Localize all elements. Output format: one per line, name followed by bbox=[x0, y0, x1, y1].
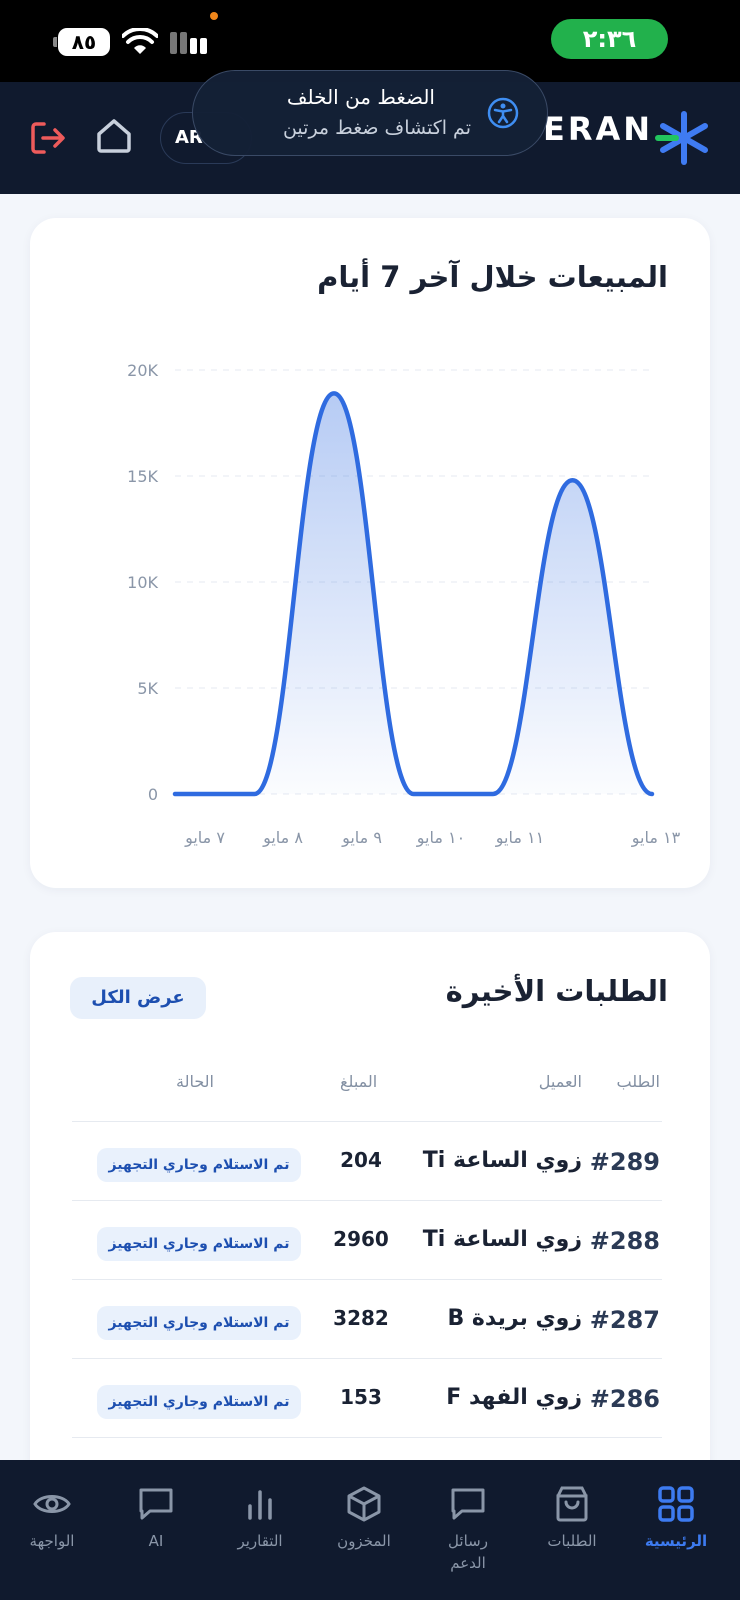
nav-item-inventory[interactable]: المخزون bbox=[312, 1460, 416, 1600]
bar-chart-icon bbox=[248, 1490, 272, 1520]
nav-label: رسائل الدعم bbox=[448, 1532, 488, 1572]
nav-item-ai[interactable]: AI bbox=[104, 1460, 208, 1600]
column-header-status: الحالة bbox=[176, 1072, 214, 1091]
status-badge: تم الاستلام وجاري التجهيز bbox=[97, 1148, 301, 1182]
message-icon bbox=[451, 1488, 485, 1520]
nav-label: التقارير bbox=[237, 1532, 283, 1550]
order-amount: 3282 bbox=[333, 1306, 389, 1330]
nav-item-home[interactable]: الرئيسية bbox=[624, 1460, 728, 1600]
order-id: #286 bbox=[589, 1385, 660, 1413]
eye-icon bbox=[33, 1495, 71, 1513]
nav-label: الواجهة bbox=[29, 1532, 75, 1550]
x-tick-label: ٩ مايو bbox=[341, 828, 382, 848]
y-tick-label: 5K bbox=[137, 679, 158, 698]
order-client: زوي الفهد F bbox=[446, 1385, 582, 1410]
order-id: #287 bbox=[589, 1306, 660, 1334]
bottom-nav: الواجهة AI التقارير المخزون رسائل الدعم … bbox=[0, 1460, 740, 1600]
nav-label: المخزون bbox=[337, 1532, 391, 1550]
chat-icon bbox=[139, 1488, 173, 1520]
nav-item-storefront[interactable]: الواجهة bbox=[0, 1460, 104, 1600]
nav-item-orders[interactable]: الطلبات bbox=[520, 1460, 624, 1600]
accessibility-icon bbox=[487, 97, 519, 129]
box-icon bbox=[347, 1486, 381, 1522]
nav-label: الرئيسية bbox=[644, 1532, 708, 1550]
privacy-dot bbox=[210, 12, 218, 20]
grid-icon bbox=[658, 1486, 694, 1522]
nav-item-support-messages[interactable]: رسائل الدعم bbox=[416, 1460, 520, 1600]
x-tick-label: ١١ مايو bbox=[495, 828, 544, 848]
logout-icon[interactable] bbox=[28, 118, 68, 158]
row-divider bbox=[72, 1200, 662, 1201]
series-area bbox=[175, 393, 652, 794]
clock: ٢:٣٦ bbox=[551, 19, 668, 59]
brand-logo-icon bbox=[655, 111, 708, 165]
brand-name: ERAN bbox=[543, 110, 654, 148]
order-amount: 153 bbox=[340, 1385, 382, 1409]
battery-indicator: ٨٥ bbox=[53, 28, 110, 56]
status-badge: تم الاستلام وجاري التجهيز bbox=[97, 1227, 301, 1261]
toast-body: تم اكتشاف ضغط مرتين bbox=[282, 117, 471, 139]
order-amount: 2960 bbox=[333, 1227, 389, 1251]
y-tick-label: 0 bbox=[148, 785, 158, 804]
signal-icon bbox=[170, 32, 207, 54]
order-client: زوي الساعة Ti bbox=[422, 1148, 582, 1173]
sales-chart: 0 5K 10K 15K 20K ٧ مايو ٨ مايو ٩ مايو ١٠ مايو ١١ … bbox=[127, 361, 681, 848]
header-divider bbox=[72, 1121, 662, 1122]
sales-card: المبيعات خلال آخر 7 أيام 0 5K 10K 15K 20K ٧ م… bbox=[30, 218, 710, 888]
order-client: زوي بريدة B bbox=[447, 1306, 582, 1331]
accessibility-toast: الضغط من الخلف تم اكتشاف ضغط مرتين bbox=[192, 70, 548, 156]
status-badge: تم الاستلام وجاري التجهيز bbox=[97, 1306, 301, 1340]
status-badge: تم الاستلام وجاري التجهيز bbox=[97, 1385, 301, 1419]
view-all-button[interactable]: عرض الكل bbox=[70, 977, 206, 1019]
shopping-bag-icon bbox=[556, 1486, 588, 1522]
home-icon[interactable] bbox=[94, 116, 134, 156]
x-tick-label: ١٣ مايو bbox=[631, 828, 681, 848]
order-id: #289 bbox=[589, 1148, 660, 1176]
y-tick-label: 10K bbox=[127, 573, 158, 592]
y-tick-label: 20K bbox=[127, 361, 158, 380]
order-amount: 204 bbox=[340, 1148, 382, 1172]
nav-label: الطلبات bbox=[547, 1532, 597, 1550]
column-header-amount: المبلغ bbox=[340, 1072, 378, 1091]
order-client: زوي الساعة Ti bbox=[422, 1227, 582, 1252]
column-header-order: الطلب bbox=[616, 1072, 660, 1091]
order-id: #288 bbox=[589, 1227, 660, 1255]
nav-item-reports[interactable]: التقارير bbox=[208, 1460, 312, 1600]
x-tick-label: ٧ مايو bbox=[184, 828, 225, 848]
toast-title: الضغط من الخلف bbox=[286, 85, 435, 109]
row-divider bbox=[72, 1358, 662, 1359]
y-tick-label: 15K bbox=[127, 467, 158, 486]
row-divider bbox=[72, 1279, 662, 1280]
orders-card-title: الطلبات الأخيرة bbox=[445, 974, 668, 1008]
x-tick-label: ١٠ مايو bbox=[416, 828, 465, 848]
wifi-icon bbox=[122, 28, 158, 54]
nav-label: AI bbox=[148, 1532, 164, 1550]
x-tick-label: ٨ مايو bbox=[262, 828, 303, 848]
row-divider bbox=[72, 1437, 662, 1438]
column-header-client: العميل bbox=[538, 1072, 582, 1091]
